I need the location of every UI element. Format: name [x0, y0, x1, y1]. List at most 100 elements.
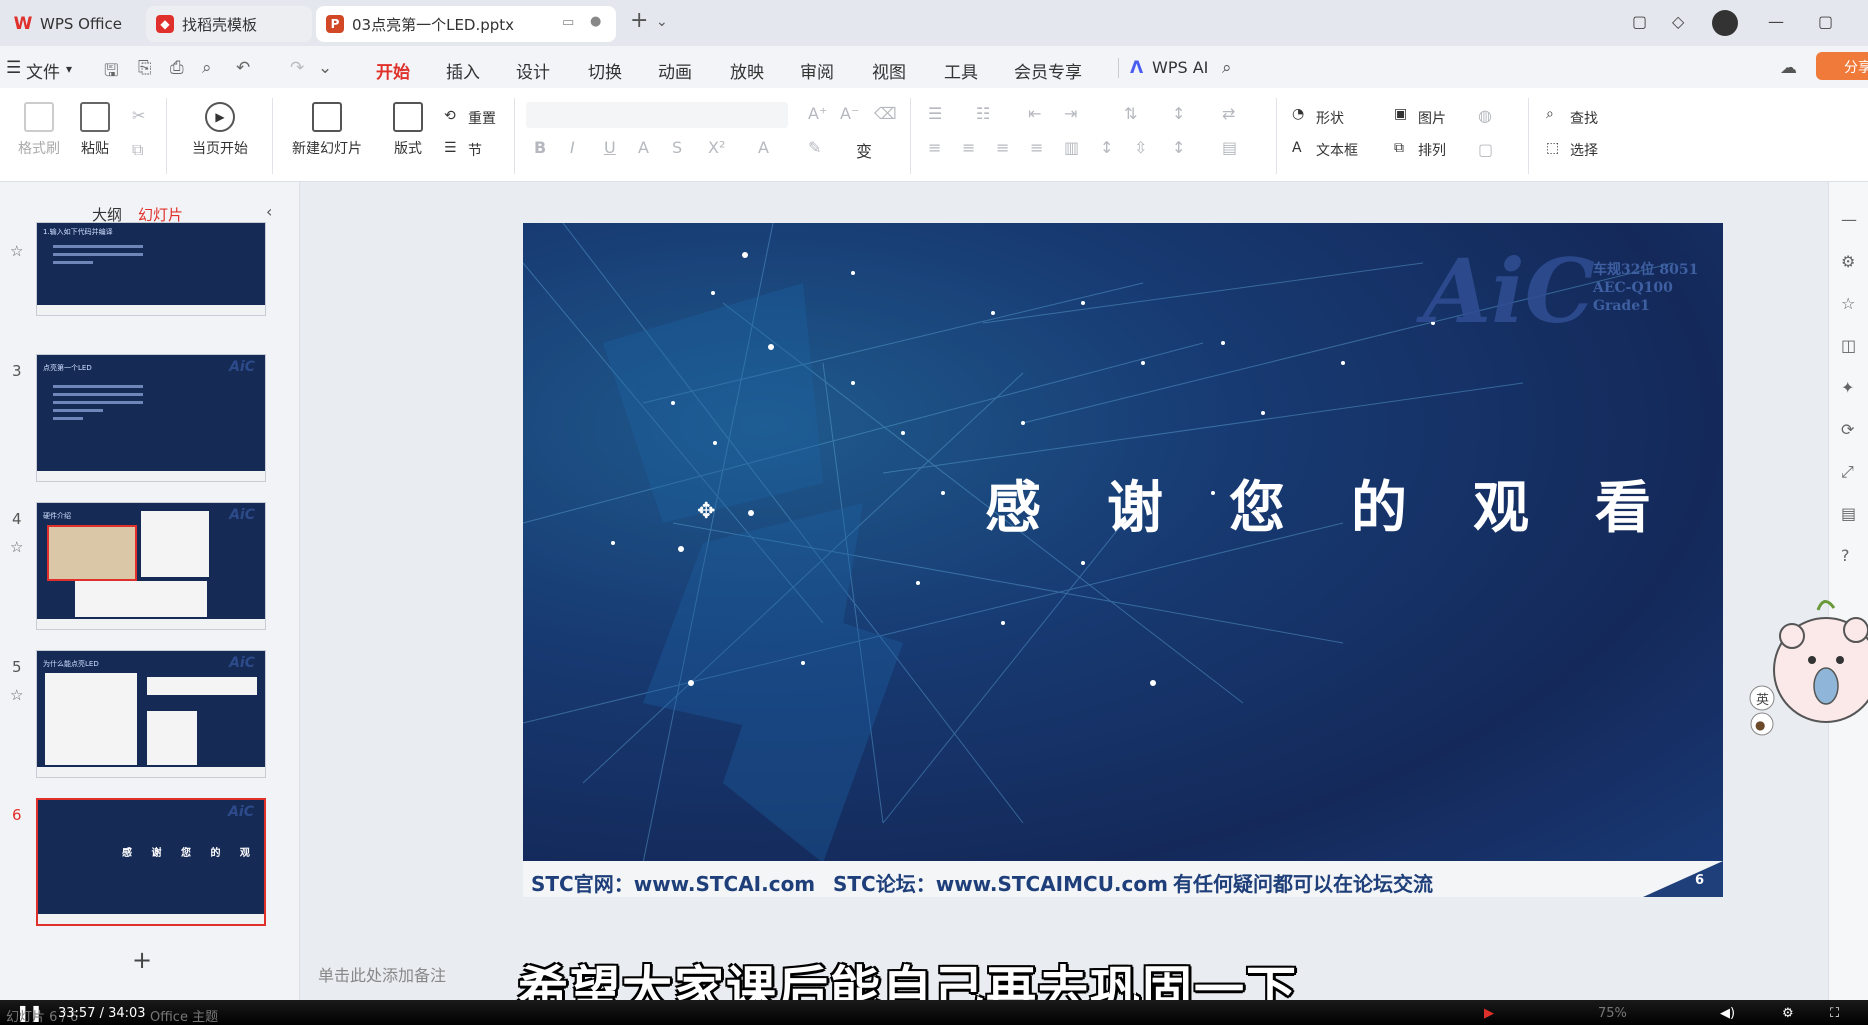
print-preview-icon[interactable]: ⌕: [202, 58, 212, 78]
justify-icon[interactable]: ≡: [1030, 138, 1043, 157]
tab-template[interactable]: ◆ 找稻壳模板: [146, 6, 312, 42]
highlight-icon[interactable]: ✎: [808, 138, 821, 157]
export-icon[interactable]: ⎘: [138, 58, 152, 78]
select-icon[interactable]: ⬚: [1546, 140, 1559, 156]
menu-design[interactable]: 设计: [516, 58, 550, 83]
align-center-icon[interactable]: ≡: [962, 138, 975, 157]
underline-icon[interactable]: U: [604, 138, 616, 157]
spacing-menu-icon[interactable]: ↕: [1172, 138, 1185, 157]
increase-font-icon[interactable]: A⁺: [808, 104, 827, 123]
section-button[interactable]: 节: [468, 140, 482, 160]
section-icon[interactable]: ☰: [444, 140, 457, 156]
star-icon[interactable]: ☆: [1841, 294, 1855, 313]
paragraph-spacing-icon[interactable]: ⇳: [1134, 138, 1147, 157]
hamburger-icon[interactable]: ☰: [6, 58, 21, 78]
notes-placeholder[interactable]: 单击此处添加备注: [318, 962, 446, 986]
volume-icon[interactable]: ◀): [1720, 1006, 1735, 1021]
menu-slideshow[interactable]: 放映: [730, 58, 764, 83]
outdent-icon[interactable]: ⇤: [1028, 104, 1041, 123]
sort-icon[interactable]: ↕: [1172, 104, 1185, 123]
reset-button[interactable]: 重置: [468, 108, 496, 128]
slide-thumbnail-3[interactable]: 点亮第一个LED AiC: [36, 354, 266, 482]
cloud-upload-icon[interactable]: ☁: [1780, 58, 1797, 78]
menu-animation[interactable]: 动画: [658, 58, 692, 83]
zoom-level[interactable]: 75%: [1598, 1006, 1627, 1021]
picture-icon[interactable]: ▣: [1394, 106, 1407, 122]
slide-canvas[interactable]: AiC 车规32位 8051 AEC-Q100 Grade1 感谢您的观看 ST…: [523, 223, 1723, 897]
search-icon[interactable]: ⌕: [1546, 106, 1554, 122]
copy-icon[interactable]: ⧉: [132, 140, 143, 160]
line-spacing-icon[interactable]: ↕: [1100, 138, 1113, 157]
font-name-select[interactable]: [526, 102, 788, 128]
font-color-icon[interactable]: A: [758, 138, 769, 157]
star-icon[interactable]: ☆: [10, 686, 23, 704]
shadow-icon[interactable]: S: [672, 138, 682, 157]
chevron-down-icon[interactable]: ▾: [66, 62, 72, 76]
format-painter-button[interactable]: 格式刷: [14, 102, 64, 158]
transform-icon[interactable]: ⟳: [1841, 420, 1854, 439]
menu-insert[interactable]: 插入: [446, 58, 480, 83]
textbox-button[interactable]: 文本框: [1316, 140, 1358, 160]
cut-icon[interactable]: ✂: [132, 106, 145, 125]
animation-icon[interactable]: ◫: [1841, 336, 1856, 355]
menu-home[interactable]: 开始: [376, 58, 410, 91]
select-button[interactable]: 选择: [1570, 140, 1598, 160]
menu-tools[interactable]: 工具: [944, 58, 978, 83]
align-right-icon[interactable]: ≡: [996, 138, 1009, 157]
properties-icon[interactable]: ⚙: [1841, 252, 1855, 271]
indent-icon[interactable]: ⇥: [1064, 104, 1077, 123]
numbered-list-icon[interactable]: ☷: [976, 104, 990, 123]
save-icon[interactable]: 🖫: [104, 58, 118, 87]
magic-icon[interactable]: ✦: [1841, 378, 1854, 397]
fill-icon[interactable]: ◍: [1478, 106, 1492, 125]
menu-membership[interactable]: 会员专享: [1014, 58, 1082, 83]
settings-icon[interactable]: ⚙: [1782, 1006, 1794, 1021]
chevron-down-icon[interactable]: ⌄: [656, 14, 668, 30]
resize-icon[interactable]: ⤢: [1841, 462, 1854, 482]
paste-button[interactable]: 粘贴: [72, 102, 118, 158]
columns-icon[interactable]: ▥: [1064, 138, 1079, 157]
layers-icon[interactable]: ▤: [1841, 504, 1856, 523]
menu-wps-ai[interactable]: WPS AI: [1152, 58, 1208, 77]
menu-transition[interactable]: 切换: [588, 58, 622, 83]
phonetic-icon[interactable]: 变: [856, 138, 872, 162]
menu-view[interactable]: 视图: [872, 58, 906, 83]
star-icon[interactable]: ☆: [10, 242, 23, 260]
search-icon[interactable]: ⌕: [1222, 58, 1232, 78]
menu-file[interactable]: 文件: [26, 58, 60, 83]
sidebar-collapse-icon[interactable]: —: [1841, 210, 1857, 229]
tab-document[interactable]: P 03点亮第一个LED.pptx ▭ ●: [316, 6, 616, 42]
textbox-icon[interactable]: A: [1292, 140, 1302, 156]
play-slideshow-icon[interactable]: ▶: [1484, 1006, 1494, 1021]
start-from-current-button[interactable]: ▶ 当页开始: [178, 102, 262, 158]
italic-icon[interactable]: I: [570, 138, 575, 157]
find-button[interactable]: 查找: [1570, 108, 1598, 128]
add-slide-button[interactable]: +: [132, 946, 152, 974]
tab-wps-office[interactable]: W WPS Office: [4, 6, 140, 42]
slide-thumbnail-5[interactable]: 为什么能点亮LED AiC: [36, 650, 266, 778]
slide-thumbnail-2[interactable]: 1.输入如下代码并编译: [36, 222, 266, 316]
text-direction-icon[interactable]: ⇅: [1124, 104, 1137, 123]
shape-button[interactable]: 形状: [1316, 108, 1344, 128]
slide-thumbnail-4[interactable]: 硬件介绍 AiC: [36, 502, 266, 630]
new-slide-button[interactable]: 新建幻灯片: [282, 102, 372, 158]
minimize-icon[interactable]: —: [1768, 12, 1784, 31]
shape-icon[interactable]: ◔: [1292, 106, 1304, 122]
collapse-panel-icon[interactable]: ‹: [266, 202, 272, 221]
superscript-icon[interactable]: X²: [708, 138, 725, 157]
slide-thumbnail-6[interactable]: AiC 感 谢 您 的 观 看: [36, 798, 266, 926]
fullscreen-icon[interactable]: ⛶: [1830, 1006, 1839, 1021]
wps-ai-icon[interactable]: Λ: [1130, 58, 1143, 78]
arrange-icon[interactable]: ⧉: [1394, 140, 1404, 156]
window-restore-icon[interactable]: ▢: [1632, 12, 1647, 31]
strikethrough-icon[interactable]: A: [638, 138, 649, 157]
reset-icon[interactable]: ⟲: [444, 108, 456, 124]
bold-icon[interactable]: B: [534, 138, 546, 157]
redo-icon[interactable]: ↷: [290, 58, 304, 78]
convert-icon[interactable]: ⇄: [1222, 104, 1235, 123]
help-icon[interactable]: ?: [1841, 546, 1850, 565]
undo-icon[interactable]: ↶: [236, 58, 250, 78]
maximize-icon[interactable]: ▢: [1818, 12, 1833, 31]
cube-icon[interactable]: ◇: [1672, 12, 1684, 31]
bullet-list-icon[interactable]: ☰: [928, 104, 942, 123]
